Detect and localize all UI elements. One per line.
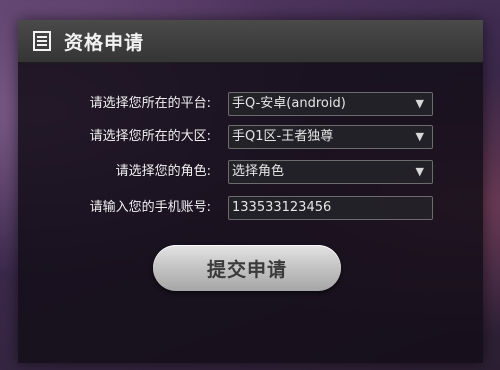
platform-value: 手Q-安卓(android) xyxy=(232,96,346,111)
role-select[interactable]: 选择角色 ▼ xyxy=(228,160,433,184)
platform-label: 请选择您所在的平台: xyxy=(89,96,211,111)
phone-label: 请输入您的手机账号: xyxy=(89,200,211,215)
dialog-title-bar: 资格申请 xyxy=(18,20,483,63)
dropdown-arrow-icon: ▼ xyxy=(415,130,424,143)
phone-row: 请输入您的手机账号: 133533123456 xyxy=(18,196,483,220)
submit-button[interactable]: 提交申请 xyxy=(153,245,341,291)
phone-input[interactable]: 133533123456 xyxy=(228,196,433,220)
dialog-title: 资格申请 xyxy=(64,31,145,54)
dropdown-arrow-icon: ▼ xyxy=(415,165,424,178)
document-icon xyxy=(32,30,52,52)
role-value: 选择角色 xyxy=(232,164,285,179)
role-row: 请选择您的角色: 选择角色 ▼ xyxy=(18,160,483,184)
platform-row: 请选择您所在的平台: 手Q-安卓(android) ▼ xyxy=(18,92,483,116)
region-value: 手Q1区-王者独尊 xyxy=(232,129,334,144)
phone-value: 133533123456 xyxy=(232,200,332,215)
region-select[interactable]: 手Q1区-王者独尊 ▼ xyxy=(228,125,433,149)
application-dialog: 资格申请 请选择您所在的平台: 手Q-安卓(android) ▼ 请选择您所在的… xyxy=(18,20,483,363)
region-row: 请选择您所在的大区: 手Q1区-王者独尊 ▼ xyxy=(18,125,483,149)
platform-select[interactable]: 手Q-安卓(android) ▼ xyxy=(228,92,433,116)
dropdown-arrow-icon: ▼ xyxy=(415,97,424,110)
role-label: 请选择您的角色: xyxy=(115,164,211,179)
region-label: 请选择您所在的大区: xyxy=(89,129,211,144)
